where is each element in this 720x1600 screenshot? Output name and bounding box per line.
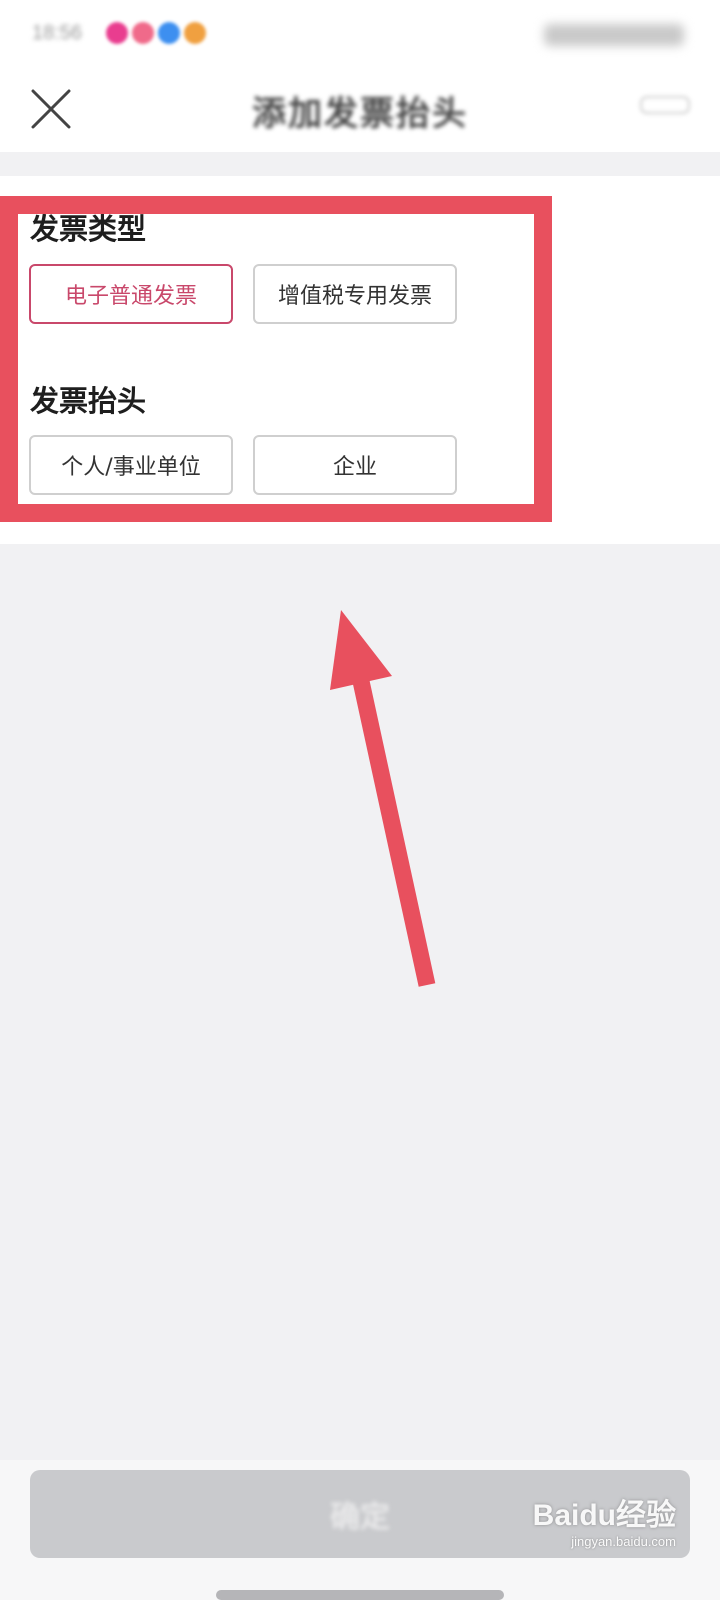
invoice-type-title: 发票类型 [30, 212, 147, 246]
status-time: 18:56 [32, 22, 83, 44]
invoice-header-title: 发票抬头 [30, 384, 147, 418]
confirm-button[interactable]: 确定 [30, 1470, 690, 1558]
bottom-bar: 确定 [0, 1460, 720, 1600]
section-divider [0, 152, 720, 176]
page-title: 添加发票抬头 [252, 94, 468, 134]
nav-bar: 添加发票抬头 [0, 70, 720, 152]
option-enterprise[interactable]: 企业 [253, 435, 457, 495]
app-notification-icon [106, 22, 128, 44]
more-options-icon[interactable] [640, 96, 690, 114]
home-indicator [216, 1590, 504, 1600]
confirm-button-label: 确定 [330, 1500, 390, 1535]
app-notification-icon [158, 22, 180, 44]
option-electronic-invoice[interactable]: 电子普通发票 [29, 264, 233, 324]
option-vat-special-invoice[interactable]: 增值税专用发票 [253, 264, 457, 324]
invoice-form-card: 发票类型 电子普通发票 增值税专用发票 发票抬头 个人/事业单位 企业 [0, 176, 720, 544]
app-notification-icon [132, 22, 154, 44]
status-bar: 18:56 [0, 0, 720, 70]
app-notification-icon [184, 22, 206, 44]
notification-icons [106, 22, 206, 44]
option-individual[interactable]: 个人/事业单位 [29, 435, 233, 495]
system-status-icons [544, 24, 684, 46]
